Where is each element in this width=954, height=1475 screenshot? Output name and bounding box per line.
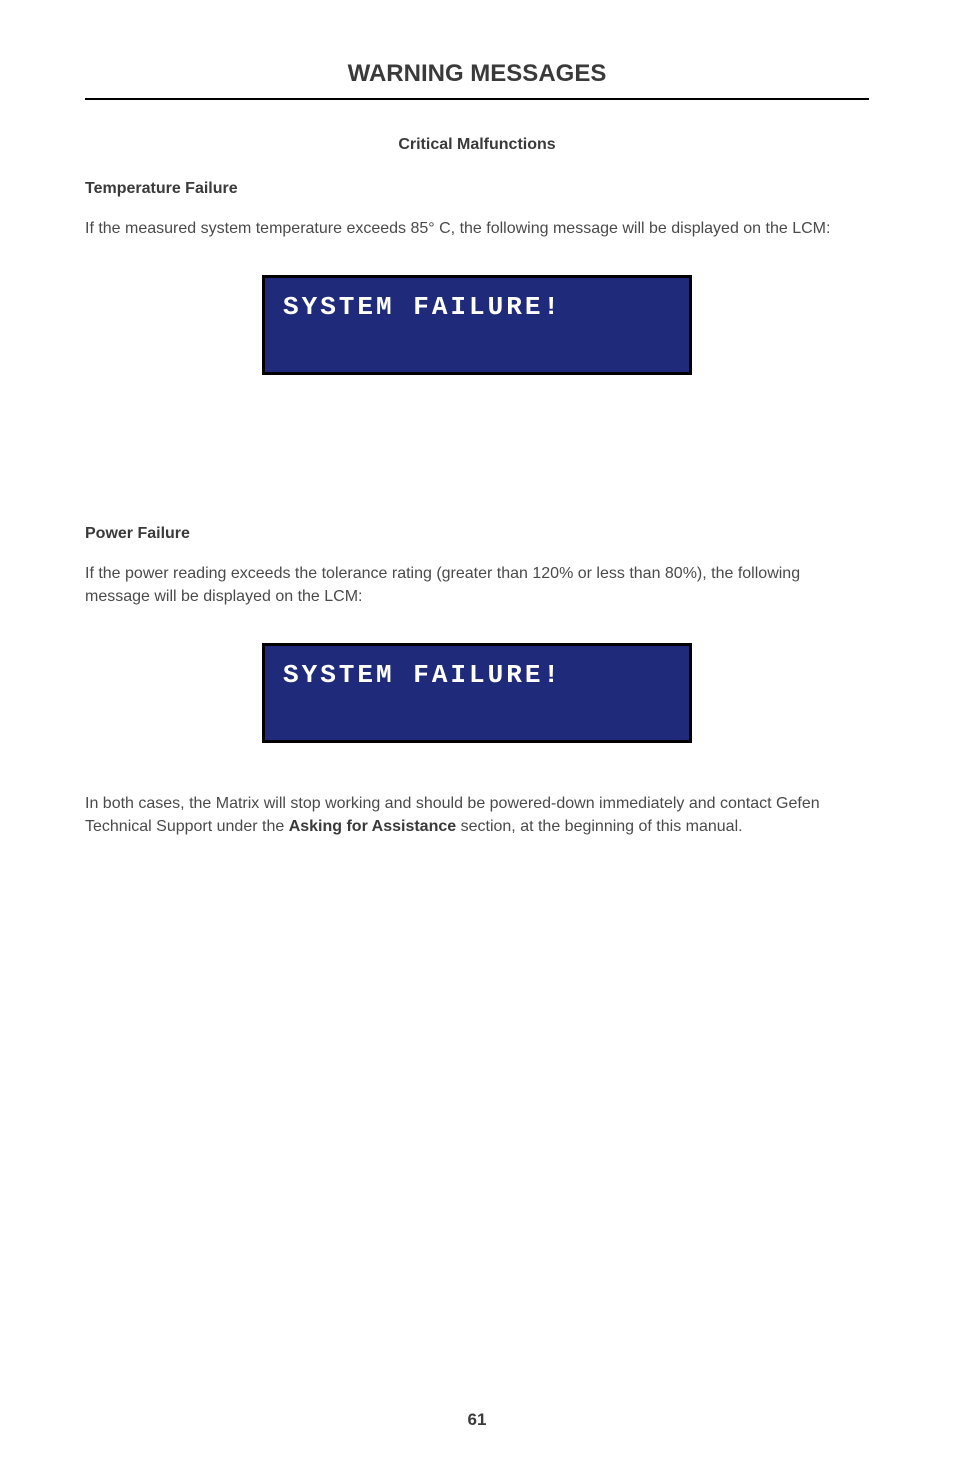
temperature-body-text: If the measured system temperature excee…: [85, 218, 869, 240]
section-heading-power: Power Failure: [85, 525, 869, 543]
lcm-display-temperature: SYSTEM FAILURE!: [262, 275, 692, 375]
subtitle: Critical Malfunctions: [85, 136, 869, 154]
page-title: WARNING MESSAGES: [85, 60, 869, 100]
lcm-text-temperature: SYSTEM FAILURE!: [283, 292, 671, 322]
section-heading-temperature: Temperature Failure: [85, 180, 869, 198]
final-paragraph: In both cases, the Matrix will stop work…: [85, 793, 869, 838]
power-body-text: If the power reading exceeds the toleran…: [85, 563, 869, 608]
final-paragraph-part2: section, at the beginning of this manual…: [456, 818, 742, 835]
page-number: 61: [0, 1410, 954, 1430]
final-paragraph-bold: Asking for Assistance: [289, 818, 456, 835]
lcm-text-power: SYSTEM FAILURE!: [283, 660, 671, 690]
lcm-display-power: SYSTEM FAILURE!: [262, 643, 692, 743]
